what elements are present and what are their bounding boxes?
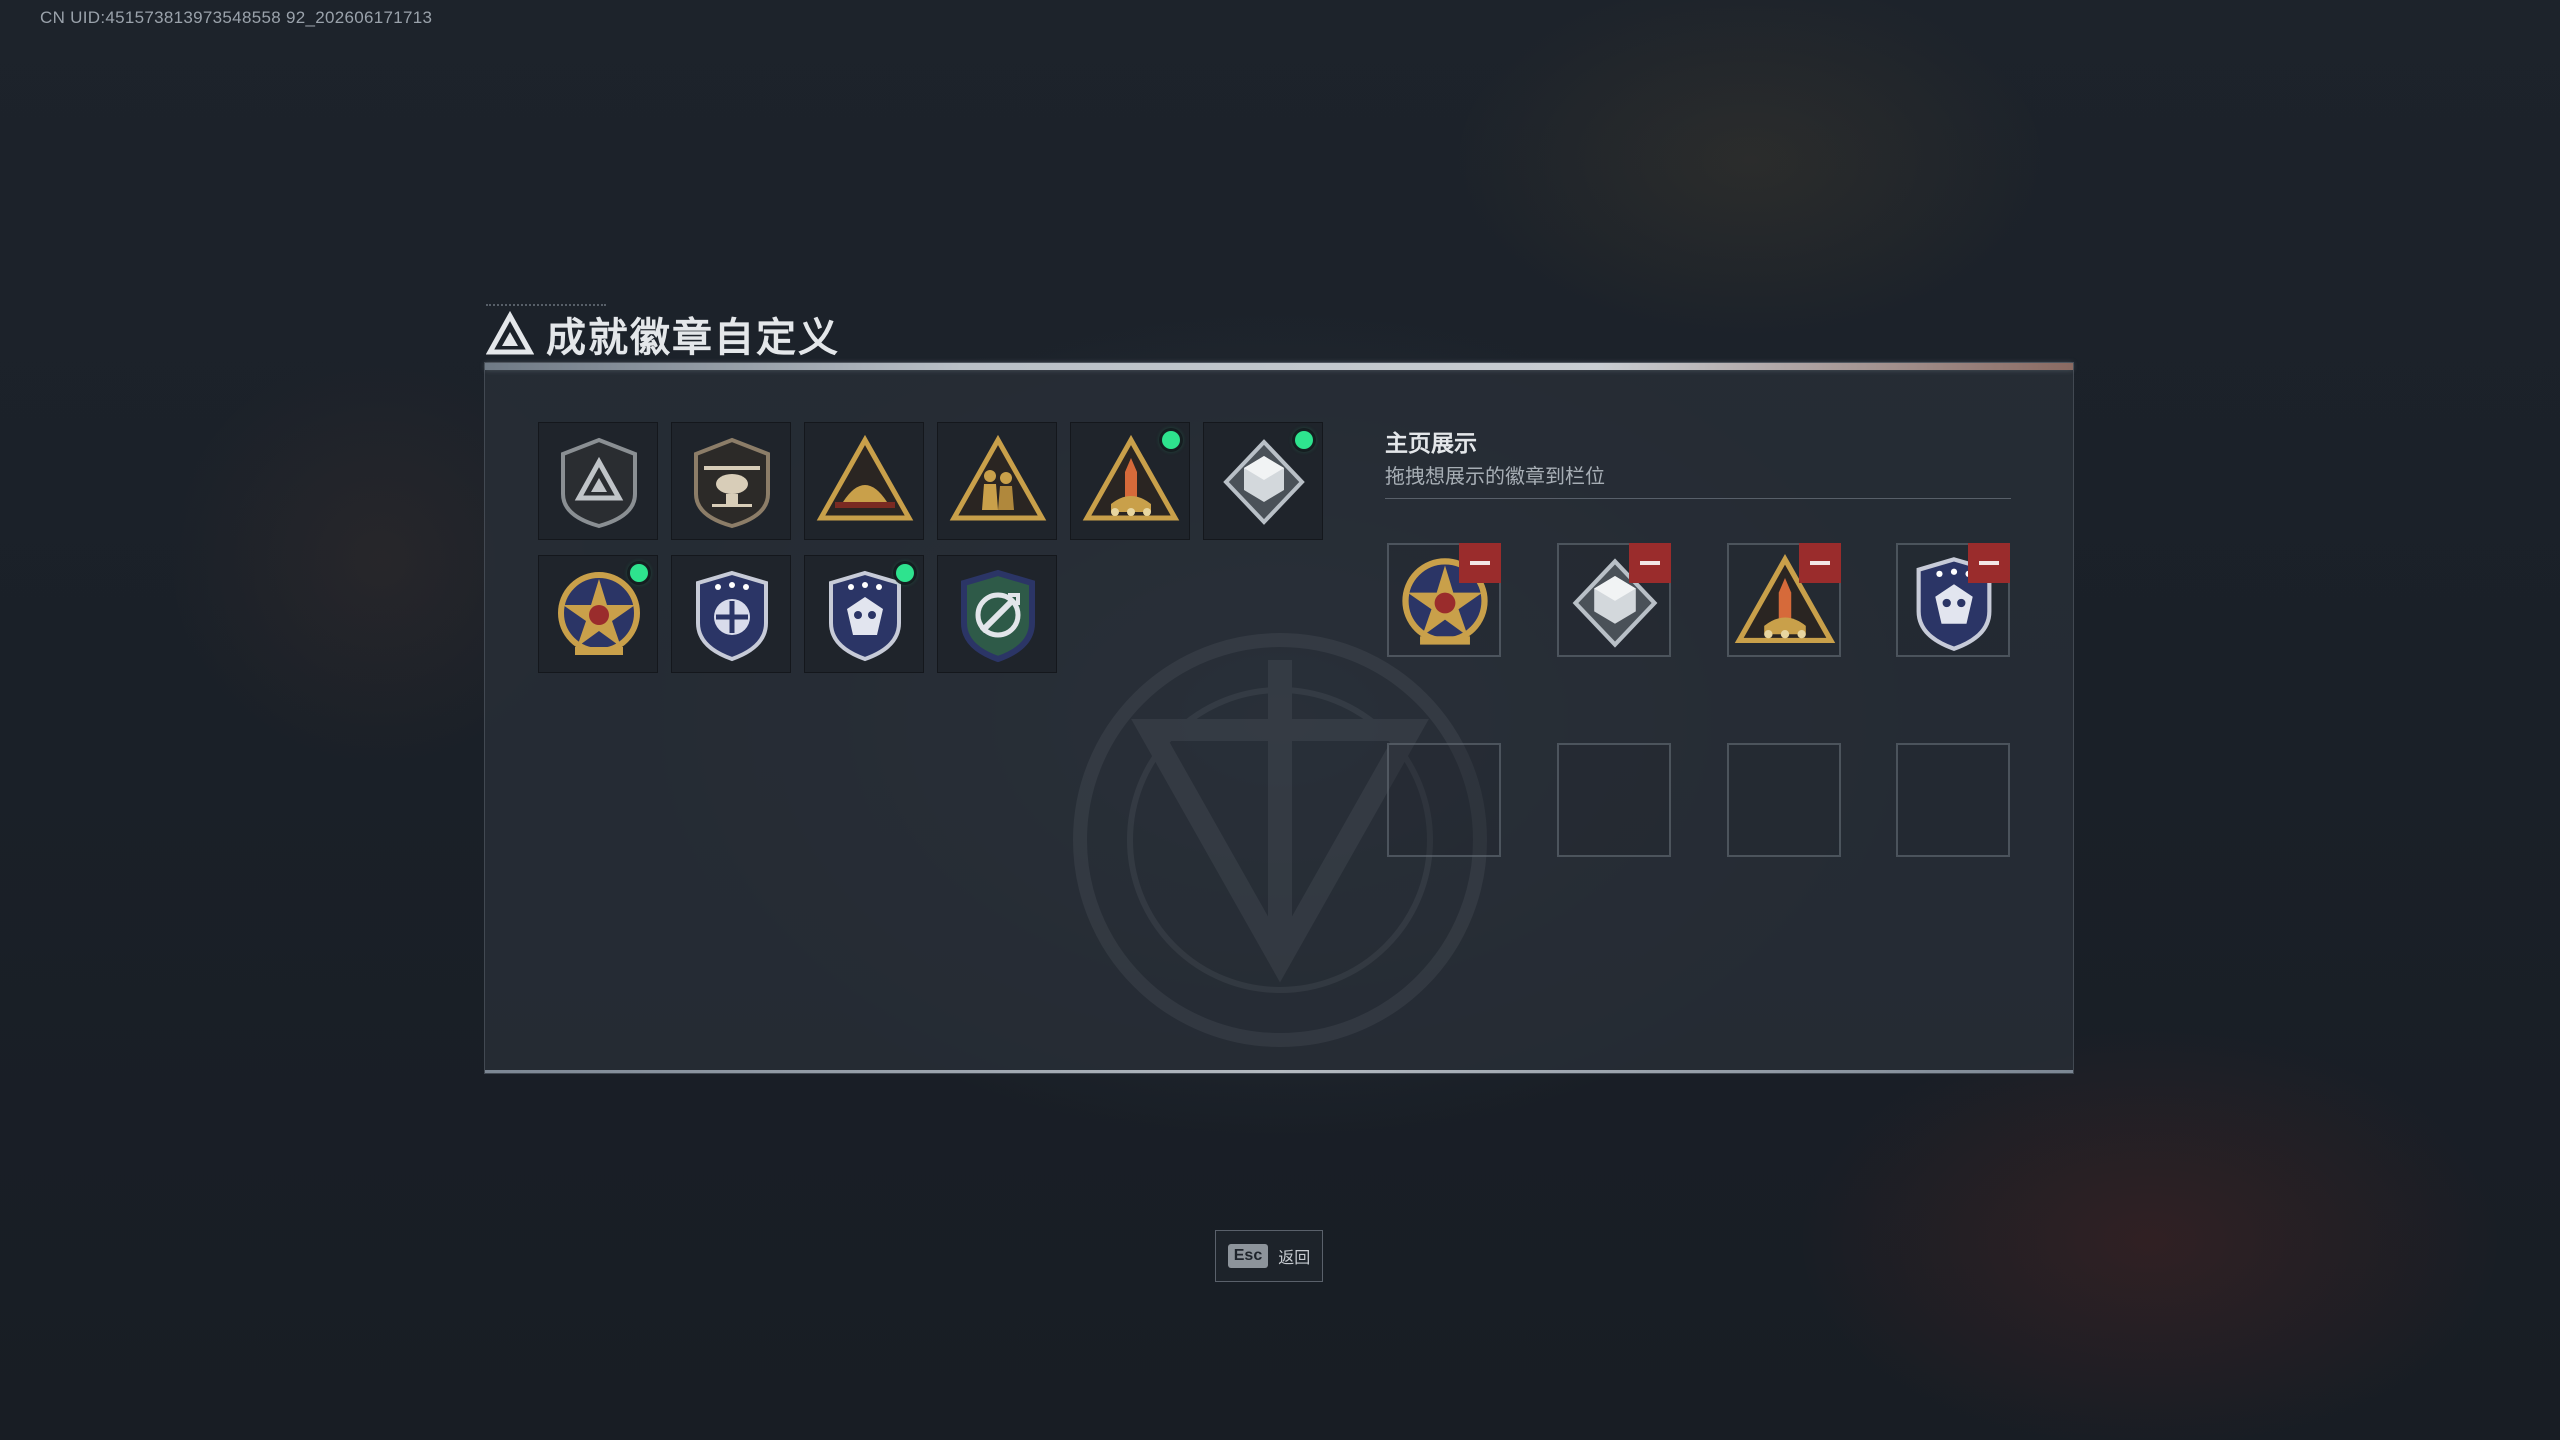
showcase-divider	[1385, 498, 2011, 499]
remove-badge-button[interactable]	[1799, 543, 1841, 583]
soldiers-triangle-icon	[949, 434, 1047, 521]
badge-slot-1[interactable]	[538, 422, 658, 540]
uid-text: CN UID:451573813973548558 92_20260617171…	[40, 8, 433, 27]
navy-shield-wings-icon	[696, 570, 768, 662]
badge-slot-10[interactable]	[937, 555, 1057, 673]
showcase-subtitle: 拖拽想展示的徽章到栏位	[1385, 464, 1605, 488]
showcase-slot-8[interactable]	[1896, 743, 2010, 857]
remove-badge-button[interactable]	[1629, 543, 1671, 583]
showcase-slot-2[interactable]	[1557, 543, 1671, 657]
showcase-title: 主页展示	[1385, 431, 1477, 457]
panel-top-bar	[485, 363, 2073, 370]
new-indicator-dot	[896, 564, 914, 582]
badge-slot-6[interactable]	[1203, 422, 1323, 540]
page-title: 成就徽章自定义	[546, 315, 840, 361]
remove-badge-button[interactable]	[1459, 543, 1501, 583]
remove-badge-button[interactable]	[1968, 543, 2010, 583]
delta-logo-icon	[486, 310, 534, 355]
badge-slot-7[interactable]	[538, 555, 658, 673]
panel-bottom-bar	[485, 1070, 2073, 1073]
badge-slot-2[interactable]	[671, 422, 791, 540]
showcase-slot-7[interactable]	[1727, 743, 1841, 857]
helmet-triangle-icon	[816, 434, 914, 521]
new-indicator-dot	[1295, 431, 1313, 449]
showcase-slot-4[interactable]	[1896, 543, 2010, 657]
page-header: 成就徽章自定义	[486, 306, 840, 362]
badge-slot-8[interactable]	[671, 555, 791, 673]
helicopter-badge-icon	[694, 437, 770, 529]
new-indicator-dot	[1162, 431, 1180, 449]
showcase-slot-3[interactable]	[1727, 543, 1841, 657]
badge-slot-9[interactable]	[804, 555, 924, 673]
back-button[interactable]: Esc 返回	[1215, 1230, 1323, 1282]
badge-slot-4[interactable]	[937, 422, 1057, 540]
new-indicator-dot	[630, 564, 648, 582]
badge-slot-3[interactable]	[804, 422, 924, 540]
green-shield-tools-icon	[961, 569, 1035, 663]
showcase-slot-5[interactable]	[1387, 743, 1501, 857]
showcase-slot-1[interactable]	[1387, 543, 1501, 657]
back-label: 返回	[1278, 1248, 1311, 1267]
esc-key-hint: Esc	[1227, 1244, 1269, 1268]
badge-slot-5[interactable]	[1070, 422, 1190, 540]
showcase-slot-6[interactable]	[1557, 743, 1671, 857]
shield-emblem-icon	[561, 437, 637, 529]
